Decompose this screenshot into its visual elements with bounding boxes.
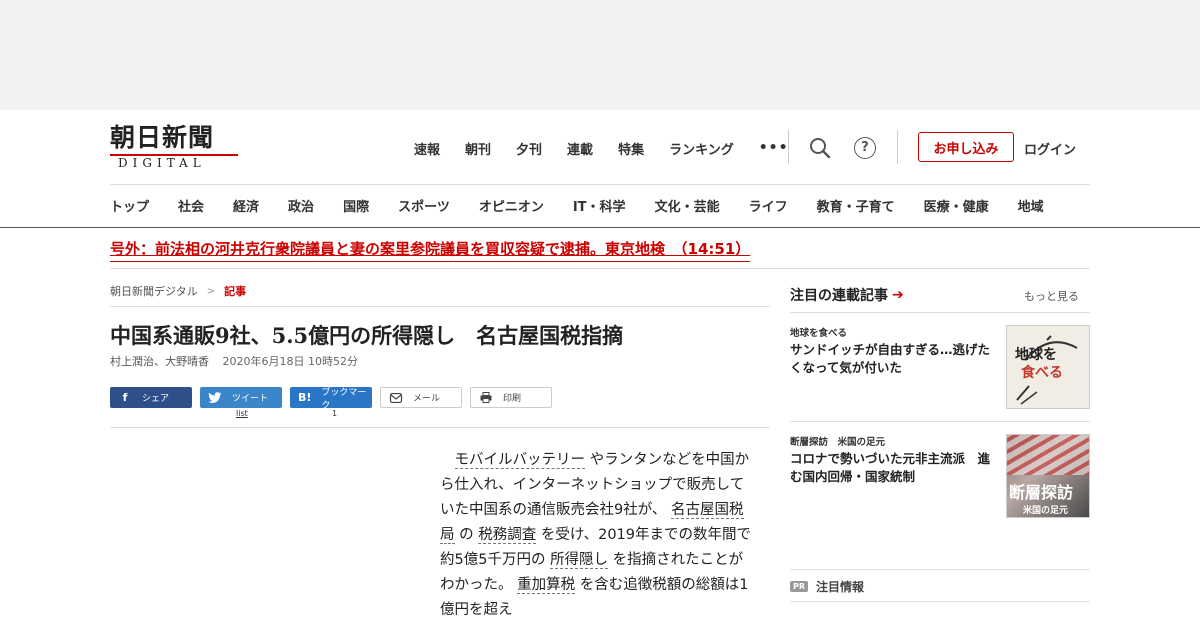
print-label: 印刷 bbox=[503, 394, 522, 404]
twitter-count-link[interactable]: list bbox=[236, 409, 248, 418]
advertisement-area bbox=[0, 0, 1200, 110]
mail-icon bbox=[389, 392, 403, 403]
twitter-share-button[interactable]: ツイート bbox=[200, 387, 282, 408]
breadcrumb-home[interactable]: 朝日新聞デジタル bbox=[110, 283, 198, 299]
thumbnail-text: 地球を 食べる bbox=[1015, 346, 1063, 382]
pr-badge: PR bbox=[790, 581, 809, 592]
section-divider bbox=[790, 569, 1090, 570]
logo-sub-text: DIGITAL bbox=[110, 154, 238, 170]
pr-title: 注目情報 bbox=[816, 580, 865, 594]
breadcrumb: 朝日新聞デジタル > 記事 bbox=[110, 283, 246, 299]
category-local[interactable]: 地域 bbox=[1018, 196, 1044, 215]
site-logo[interactable]: 朝日新聞 DIGITAL bbox=[110, 124, 240, 172]
top-nav-series[interactable]: 連載 bbox=[567, 139, 593, 158]
series-article-title: コロナで勢いづいた元非主流派 進む国内回帰・国家統制 bbox=[790, 451, 991, 484]
sidebar-more-link[interactable]: もっと見る bbox=[1024, 288, 1079, 304]
keyword-link[interactable]: 重加算税 bbox=[517, 577, 576, 594]
top-nav-features[interactable]: 特集 bbox=[618, 139, 644, 158]
more-menu-icon[interactable]: ••• bbox=[759, 140, 789, 156]
subscribe-button[interactable]: お申し込み bbox=[918, 132, 1014, 162]
category-international[interactable]: 国際 bbox=[343, 196, 369, 215]
article-authors: 村上潤治、大野晴香 bbox=[110, 355, 209, 368]
hatena-bookmark-label: ブックマーク bbox=[321, 387, 367, 411]
category-education[interactable]: 教育・子育て bbox=[817, 196, 895, 215]
thumbnail-text-line: 地球を bbox=[1015, 347, 1057, 363]
top-nav-evening[interactable]: 夕刊 bbox=[516, 139, 542, 158]
mail-share-button[interactable]: メール bbox=[380, 387, 462, 408]
sidebar-header[interactable]: 注目の連載記事 ➔ bbox=[790, 285, 904, 305]
share-buttons: f シェア ツイート B! ブックマーク メール 印刷 bbox=[110, 387, 560, 411]
pr-section-header: PR 注目情報 bbox=[790, 578, 864, 595]
thumbnail-text-line: 食べる bbox=[1021, 365, 1063, 381]
article-paragraph: モバイルバッテリー やランタンなどを中国から仕入れ、インターネットショップで販売… bbox=[440, 448, 752, 623]
breaking-news-link[interactable]: 号外：前法相の河井克行衆院議員と妻の案里参院議員を買収容疑で逮捕。東京地検 （1… bbox=[110, 238, 751, 262]
article-byline: 村上潤治、大野晴香 2020年6月18日 10時52分 bbox=[110, 353, 358, 369]
printer-icon bbox=[480, 392, 492, 403]
sidebar-title: 注目の連載記事 bbox=[790, 288, 888, 304]
category-politics[interactable]: 政治 bbox=[288, 196, 314, 215]
section-divider bbox=[790, 421, 1090, 422]
top-nav-ranking[interactable]: ランキング bbox=[669, 139, 734, 158]
section-divider bbox=[110, 306, 770, 307]
category-culture[interactable]: 文化・芸能 bbox=[655, 196, 720, 215]
top-nav-morning[interactable]: 朝刊 bbox=[465, 139, 491, 158]
header-divider bbox=[788, 130, 789, 164]
article-headline: 中国系通販9社、5.5億円の所得隠し 名古屋国税指摘 bbox=[110, 323, 624, 348]
thumbnail-flag-pattern bbox=[1007, 435, 1089, 475]
hatena-bookmark-icon: B! bbox=[298, 391, 312, 404]
hatena-bookmark-count[interactable]: 1 bbox=[332, 409, 337, 418]
site-header: 朝日新聞 DIGITAL 速報 朝刊 夕刊 連載 特集 ランキング ••• ? … bbox=[0, 110, 1200, 228]
section-divider bbox=[110, 268, 1090, 269]
arrow-right-icon: ➔ bbox=[892, 287, 904, 303]
search-icon[interactable] bbox=[809, 137, 831, 159]
twitter-share-label: ツイート bbox=[232, 394, 269, 404]
article-text: の bbox=[454, 527, 479, 543]
top-nav: 速報 朝刊 夕刊 連載 特集 ランキング ••• bbox=[414, 138, 789, 158]
top-nav-breaking[interactable]: 速報 bbox=[414, 139, 440, 158]
thumbnail-text: 断層探訪 bbox=[1009, 483, 1074, 502]
hatena-bookmark-button[interactable]: B! ブックマーク bbox=[290, 387, 372, 411]
breadcrumb-current: 記事 bbox=[224, 285, 247, 298]
facebook-share-label: シェア bbox=[142, 394, 170, 404]
category-society[interactable]: 社会 bbox=[178, 196, 204, 215]
twitter-bird-icon bbox=[208, 391, 222, 403]
article-body: モバイルバッテリー やランタンなどを中国から仕入れ、インターネットショップで販売… bbox=[440, 448, 752, 623]
category-nav: トップ 社会 経済 政治 国際 スポーツ オピニオン IT・科学 文化・芸能 ラ… bbox=[110, 196, 1073, 215]
article-date: 2020年6月18日 10時52分 bbox=[222, 355, 358, 368]
category-it-science[interactable]: IT・科学 bbox=[573, 196, 626, 215]
series-thumbnail: 断層探訪 米国の足元 bbox=[1006, 434, 1090, 518]
facebook-icon: f bbox=[122, 391, 128, 404]
section-divider bbox=[790, 601, 1090, 602]
series-card[interactable]: 断層探訪 米国の足元 コロナで勢いづいた元非主流派 進む国内回帰・国家統制 断層… bbox=[790, 434, 1090, 520]
series-thumbnail: 地球を 食べる bbox=[1006, 325, 1090, 409]
series-name: 地球を食べる bbox=[790, 328, 848, 339]
facebook-share-button[interactable]: f シェア bbox=[110, 387, 192, 408]
keyword-link[interactable]: 税務調査 bbox=[478, 527, 537, 544]
category-top[interactable]: トップ bbox=[110, 196, 149, 215]
section-divider bbox=[110, 427, 770, 428]
keyword-link[interactable]: 所得隠し bbox=[550, 552, 609, 569]
keyword-link[interactable]: モバイルバッテリー bbox=[454, 452, 585, 469]
print-button[interactable]: 印刷 bbox=[470, 387, 552, 408]
category-life[interactable]: ライフ bbox=[749, 196, 788, 215]
series-name: 断層探訪 米国の足元 bbox=[790, 437, 886, 448]
breadcrumb-separator: > bbox=[206, 285, 216, 297]
logo-main-text: 朝日新聞 bbox=[110, 123, 215, 152]
series-card[interactable]: 地球を食べる サンドイッチが自由すぎる…逃げたくなって気が付いた 地球を 食べる bbox=[790, 325, 1090, 411]
header-divider bbox=[897, 130, 898, 164]
mail-share-label: メール bbox=[413, 394, 441, 404]
category-opinion[interactable]: オピニオン bbox=[479, 196, 544, 215]
category-sports[interactable]: スポーツ bbox=[398, 196, 450, 215]
series-article-title: サンドイッチが自由すぎる…逃げたくなって気が付いた bbox=[790, 342, 991, 375]
header-divider bbox=[110, 184, 1090, 185]
help-icon[interactable]: ? bbox=[854, 137, 876, 159]
category-health[interactable]: 医療・健康 bbox=[924, 196, 989, 215]
login-link[interactable]: ログイン bbox=[1024, 139, 1076, 158]
section-divider bbox=[790, 312, 1090, 313]
thumbnail-text: 米国の足元 bbox=[1023, 506, 1069, 516]
category-economy[interactable]: 経済 bbox=[233, 196, 259, 215]
